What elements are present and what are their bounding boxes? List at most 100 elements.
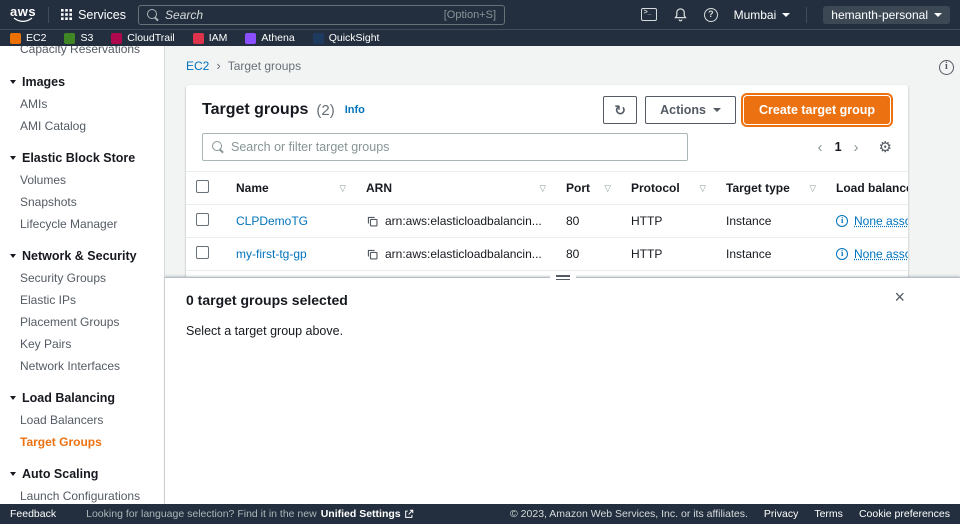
sidebar-item-snapshots[interactable]: Snapshots — [0, 191, 164, 213]
favorite-iam[interactable]: IAM — [192, 32, 227, 44]
sidebar-item-target-groups[interactable]: Target Groups — [0, 431, 164, 453]
sidebar-item-amis[interactable]: AMIs — [0, 93, 164, 115]
info-link[interactable]: Info — [345, 104, 365, 116]
favorite-quicksight[interactable]: QuickSight — [312, 32, 380, 44]
sidebar-section-load-balancing[interactable]: Load Balancing — [0, 386, 164, 409]
favorite-cloudtrail[interactable]: CloudTrail — [111, 32, 175, 44]
actions-label: Actions — [660, 103, 706, 117]
account-label: hemanth-personal — [831, 7, 928, 22]
sidebar-item-load-balancers[interactable]: Load Balancers — [0, 409, 164, 431]
target-group-name-link[interactable]: my-first-tg-gp — [236, 247, 307, 261]
global-search-input[interactable]: Search [Option+S] — [138, 4, 506, 25]
divider — [806, 6, 808, 23]
info-panel-icon[interactable] — [939, 60, 954, 75]
cookie-preferences-link[interactable]: Cookie preferences — [859, 508, 950, 520]
sidebar-item-key-pairs[interactable]: Key Pairs — [0, 333, 164, 355]
sidebar-item-lifecycle-manager[interactable]: Lifecycle Manager — [0, 213, 164, 235]
filter-search-input[interactable] — [231, 140, 678, 154]
favorite-label: QuickSight — [328, 32, 380, 44]
refresh-button[interactable]: ↻ — [603, 96, 638, 124]
row-select-cell[interactable] — [186, 237, 226, 271]
grid-icon — [61, 9, 73, 20]
chevron-down-icon — [934, 12, 942, 17]
select-all-header[interactable] — [186, 171, 226, 205]
feedback-link[interactable]: Feedback — [10, 508, 56, 520]
column-header-name[interactable]: Name ▽ — [226, 171, 356, 205]
favorites-bar: EC2 S3 CloudTrail IAM Athena QuickSight — [0, 29, 960, 46]
sidebar-section-auto-scaling[interactable]: Auto Scaling — [0, 462, 164, 485]
table-settings-gear-icon[interactable]: ⚙ — [879, 140, 892, 155]
favorite-s3[interactable]: S3 — [64, 32, 93, 44]
row-checkbox[interactable] — [196, 213, 209, 226]
selection-panel: × 0 target groups selected Select a targ… — [165, 273, 960, 504]
actions-dropdown-button[interactable]: Actions — [645, 96, 736, 124]
close-icon[interactable]: × — [894, 288, 905, 306]
column-header-load-balancer[interactable]: Load balancer▽ — [826, 171, 908, 205]
sidebar-item-placement-groups[interactable]: Placement Groups — [0, 311, 164, 333]
column-header-arn[interactable]: ARN ▽ — [356, 171, 556, 205]
iam-service-icon — [192, 32, 204, 44]
ec2-sidebar: Capacity Reservations Images AMIs AMI Ca… — [0, 46, 165, 504]
sidebar-section-images[interactable]: Images — [0, 70, 164, 93]
search-shortcut-hint: [Option+S] — [443, 8, 497, 21]
breadcrumb-current: Target groups — [227, 58, 302, 73]
previous-page-button[interactable]: ‹ — [816, 140, 825, 155]
row-checkbox[interactable] — [196, 246, 209, 259]
privacy-link[interactable]: Privacy — [764, 508, 798, 520]
panel-drag-handle[interactable] — [549, 273, 576, 282]
sidebar-section-label: Elastic Block Store — [22, 151, 136, 165]
terms-link[interactable]: Terms — [814, 508, 843, 520]
column-header-protocol[interactable]: Protocol ▽ — [621, 171, 716, 205]
copy-icon[interactable] — [366, 248, 379, 261]
info-icon[interactable] — [836, 215, 848, 227]
search-icon — [212, 141, 224, 153]
column-label: Port — [566, 181, 590, 195]
target-group-name-link[interactable]: CLPDemoTG — [236, 214, 308, 228]
result-count: (2) — [316, 101, 335, 119]
favorite-ec2[interactable]: EC2 — [10, 32, 46, 44]
sidebar-item-security-groups[interactable]: Security Groups — [0, 267, 164, 289]
sidebar-item-ami-catalog[interactable]: AMI Catalog — [0, 115, 164, 137]
aws-logo[interactable]: aws — [10, 5, 36, 22]
help-icon[interactable] — [703, 7, 718, 22]
sidebar-section-elastic-block-store[interactable]: Elastic Block Store — [0, 146, 164, 169]
filter-search-box[interactable] — [202, 133, 688, 161]
row-select-cell[interactable] — [186, 204, 226, 238]
favorite-athena[interactable]: Athena — [245, 32, 295, 44]
aws-smile-icon — [13, 17, 33, 22]
notifications-bell-icon[interactable] — [673, 7, 688, 22]
sidebar-item-network-interfaces[interactable]: Network Interfaces — [0, 355, 164, 377]
target-groups-table: Name ▽ ARN ▽ Port ▽ Protocol ▽ Target type ▽ … — [186, 171, 908, 271]
region-selector[interactable]: Mumbai — [734, 8, 791, 22]
cloudshell-icon[interactable] — [640, 8, 657, 21]
create-target-group-button[interactable]: Create target group — [744, 96, 890, 124]
unified-settings-link[interactable]: Unified Settings — [321, 508, 414, 520]
sort-icon: ▽ — [339, 182, 346, 193]
sidebar-item-elastic-ips[interactable]: Elastic IPs — [0, 289, 164, 311]
breadcrumb-ec2-link[interactable]: EC2 — [186, 59, 209, 73]
column-header-target-type[interactable]: Target type ▽ — [716, 171, 826, 205]
column-header-port[interactable]: Port ▽ — [556, 171, 621, 205]
account-menu[interactable]: hemanth-personal — [823, 5, 950, 24]
top-navigation: aws Services Search [Option+S] >_ ? Mumb… — [0, 0, 960, 29]
sidebar-section-label: Images — [22, 75, 66, 89]
divider — [48, 6, 50, 23]
sidebar-item-volumes[interactable]: Volumes — [0, 169, 164, 191]
select-all-checkbox[interactable] — [196, 180, 209, 193]
load-balancer-link[interactable]: None associated — [854, 247, 908, 261]
copy-icon[interactable] — [366, 215, 379, 228]
sidebar-item-capacity-reservations[interactable]: Capacity Reservations — [0, 46, 164, 61]
chevron-down-icon — [10, 156, 16, 160]
next-page-button[interactable]: › — [852, 140, 861, 155]
protocol-cell: HTTP — [621, 237, 716, 271]
info-icon[interactable] — [836, 248, 848, 260]
load-balancer-link[interactable]: None associated — [854, 214, 908, 228]
sidebar-section-label: Load Balancing — [22, 391, 116, 405]
favorite-label: S3 — [80, 32, 94, 44]
services-menu[interactable]: Services — [61, 8, 126, 22]
unified-settings-label: Unified Settings — [320, 508, 401, 520]
sidebar-item-launch-configurations[interactable]: Launch Configurations — [0, 485, 164, 504]
port-cell: 80 — [556, 237, 621, 271]
chevron-down-icon — [782, 12, 791, 17]
sidebar-section-network-security[interactable]: Network & Security — [0, 244, 164, 267]
